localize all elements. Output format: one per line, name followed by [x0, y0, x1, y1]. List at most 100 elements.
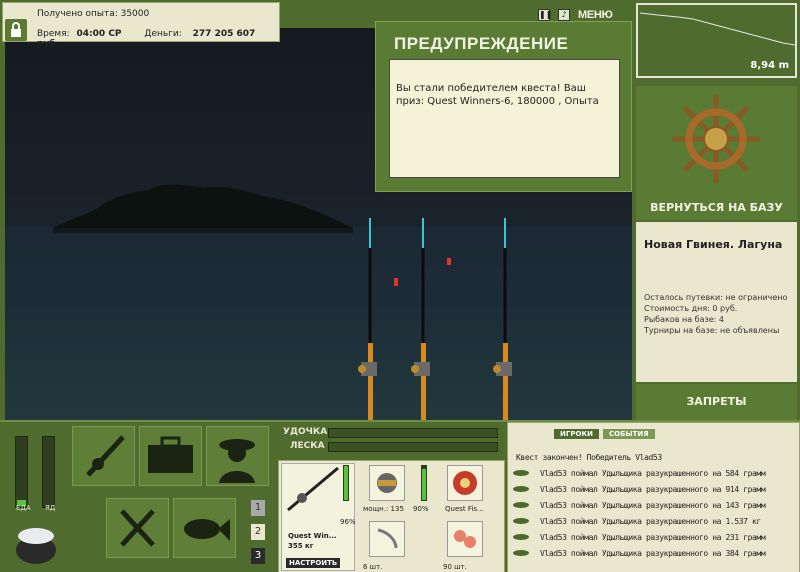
experience-text: Получено опыта: 35000: [37, 9, 150, 19]
sea-water: [5, 227, 632, 420]
fishing-rod[interactable]: [492, 218, 516, 420]
fish-icon: [513, 518, 529, 524]
setup-button[interactable]: НАСТРОИТЬ: [286, 558, 341, 568]
fish-tile[interactable]: [173, 498, 236, 558]
location-title: Новая Гвинея. Лагуна: [644, 238, 783, 251]
player-info-panel: Получено опыта: 35000 Время: 04:00 СР Де…: [2, 2, 280, 49]
hook-icon: [377, 528, 398, 549]
money-label: Деньги:: [144, 29, 182, 39]
event-text: Vlad53 поймал Удыльщика разукрашенного н…: [540, 532, 766, 542]
island: [53, 184, 353, 233]
line-name: Quest Fis...: [445, 505, 484, 513]
poison-label: ЯД: [45, 504, 56, 512]
food-pot-icon[interactable]: [10, 516, 62, 566]
tackle-box-icon: [148, 436, 193, 473]
quest-finished-text: Квест закончен! Победитель Vlad53: [516, 452, 662, 462]
fish-icon: [513, 470, 529, 476]
reel-power: мощн.: 135: [363, 505, 404, 513]
fish-icon: [513, 534, 529, 540]
location-stats: Осталось путевки: не ограничено Стоимост…: [644, 292, 787, 336]
bait-slot[interactable]: [447, 521, 483, 557]
event-text: Vlad53 поймал Удыльщика разукрашенного н…: [540, 468, 766, 478]
fork-knife-icon: [120, 509, 155, 547]
reel-percent: 90%: [413, 505, 429, 513]
reel-icon: [377, 473, 397, 493]
stat-cost: Стоимость дня: 0 руб.: [644, 304, 738, 313]
events-panel: ИГРОКИ СОБЫТИЯ Квест закончен! Победител…: [507, 422, 800, 572]
line-label: ЛЕСКА: [290, 441, 325, 451]
event-text: Vlad53 поймал Удыльщика разукрашенного н…: [540, 500, 766, 510]
food-label: ЕДА: [16, 504, 31, 512]
line-slot[interactable]: [447, 465, 483, 501]
slot-button-2[interactable]: 2: [251, 524, 265, 540]
list-item: Vlad53 поймал Удыльщика разукрашенного н…: [512, 465, 797, 481]
stat-fishers: Рыбаков на базе: 4: [644, 315, 724, 324]
hooks-count: 6 шт.: [363, 563, 383, 571]
fisherman-icon: [219, 439, 255, 483]
bait-count: 90 шт.: [443, 563, 467, 571]
list-item: Vlad53 поймал Удыльщика разукрашенного н…: [512, 529, 797, 545]
kitchen-tile[interactable]: [106, 498, 169, 558]
fish-icon: [513, 502, 529, 508]
depth-graph: 8,94 m: [636, 3, 797, 78]
warning-message: Вы стали победителем квеста! Ваш приз: Q…: [389, 59, 620, 178]
bans-button[interactable]: ЗАПРЕТЫ: [636, 384, 797, 420]
fish-icon: [184, 519, 230, 541]
food-gauge: [15, 436, 28, 508]
fishing-rod[interactable]: [410, 218, 434, 420]
tab-players[interactable]: ИГРОКИ: [554, 429, 599, 439]
depth-value: 8,94 m: [750, 60, 789, 71]
rod-tension-bar: [328, 428, 498, 438]
hook-slot[interactable]: [369, 521, 405, 557]
list-item: Vlad53 поймал Удыльщика разукрашенного н…: [512, 513, 797, 529]
rods-tile[interactable]: [72, 426, 135, 486]
fishing-rod[interactable]: [357, 218, 381, 420]
list-item: Vlad53 поймал Удыльщика разукрашенного н…: [512, 545, 797, 561]
rod-reel-icon: [86, 435, 125, 477]
list-item: Vlad53 поймал Удыльщика разукрашенного н…: [512, 497, 797, 513]
event-text: Vlad53 поймал Удыльщика разукрашенного н…: [540, 484, 766, 494]
time-money-row: Время: 04:00 СР Деньги: 277 205 607 руб.: [37, 29, 279, 49]
lock-icon[interactable]: [5, 19, 27, 41]
rod-weight: 355 кг: [288, 542, 314, 550]
tackle-box-tile[interactable]: [139, 426, 202, 486]
return-to-base-panel[interactable]: ВЕРНУТЬСЯ НА БАЗУ: [636, 86, 797, 220]
slot-button-3[interactable]: 3: [251, 548, 265, 564]
rod-name: Quest Win...: [288, 532, 337, 540]
rod-icon: [287, 466, 339, 512]
stat-tournaments: Турниры на базе: не объявлены: [644, 326, 780, 335]
reel-wear-bar: [421, 465, 427, 501]
rod-label: УДОЧКА: [283, 427, 328, 437]
poison-gauge: [42, 436, 55, 508]
events-list: Квест закончен! Победитель Vlad53 Vlad53…: [512, 449, 797, 561]
line-tension-bar: [328, 442, 498, 452]
quest-finished-message: Квест закончен! Победитель Vlad53: [512, 449, 797, 465]
slot-button-1[interactable]: 1: [251, 500, 265, 516]
warning-dialog: ПРЕДУПРЕЖДЕНИЕ Вы стали победителем квес…: [375, 21, 632, 192]
tackle-grid: 96% Quest Win... 355 кг НАСТРОИТЬ мощн.:…: [278, 460, 505, 572]
line-spool-icon: [453, 471, 477, 495]
reel-slot[interactable]: [369, 465, 405, 501]
time-value: 04:00 СР: [76, 29, 122, 39]
events-tabs: ИГРОКИ СОБЫТИЯ: [554, 429, 655, 439]
rod-wear-bar: [343, 465, 349, 501]
list-item: Vlad53 поймал Удыльщика разукрашенного н…: [512, 481, 797, 497]
sound-icon[interactable]: ♪: [558, 9, 570, 21]
menu-button[interactable]: МЕНЮ: [578, 9, 613, 21]
tab-events[interactable]: СОБЫТИЯ: [602, 429, 655, 439]
fish-icon: [513, 486, 529, 492]
return-to-base-button[interactable]: ВЕРНУТЬСЯ НА БАЗУ: [636, 201, 797, 214]
pause-icon[interactable]: ❚❚: [538, 9, 552, 21]
time-label: Время:: [37, 29, 70, 39]
warning-header: ПРЕДУПРЕЖДЕНИЕ: [394, 34, 569, 53]
fish-icon: [513, 550, 529, 556]
event-text: Vlad53 поймал Удыльщика разукрашенного н…: [540, 516, 761, 526]
tackle-panel: УДОЧКА ЛЕСКА 96% Quest Win... 355 кг НАС…: [278, 422, 505, 572]
event-text: Vlad53 поймал Удыльщика разукрашенного н…: [540, 548, 766, 558]
location-info: Новая Гвинея. Лагуна Осталось путевки: н…: [636, 222, 797, 382]
bottom-panel: ЕДА ЯД 1 2 3 УДОЧКА ЛЕСКА 96% Quest Win.…: [0, 420, 800, 572]
ship-wheel-icon: [671, 94, 761, 184]
bait-icon: [454, 530, 476, 548]
float-bobber: [447, 258, 451, 265]
fisherman-tile[interactable]: [206, 426, 269, 486]
